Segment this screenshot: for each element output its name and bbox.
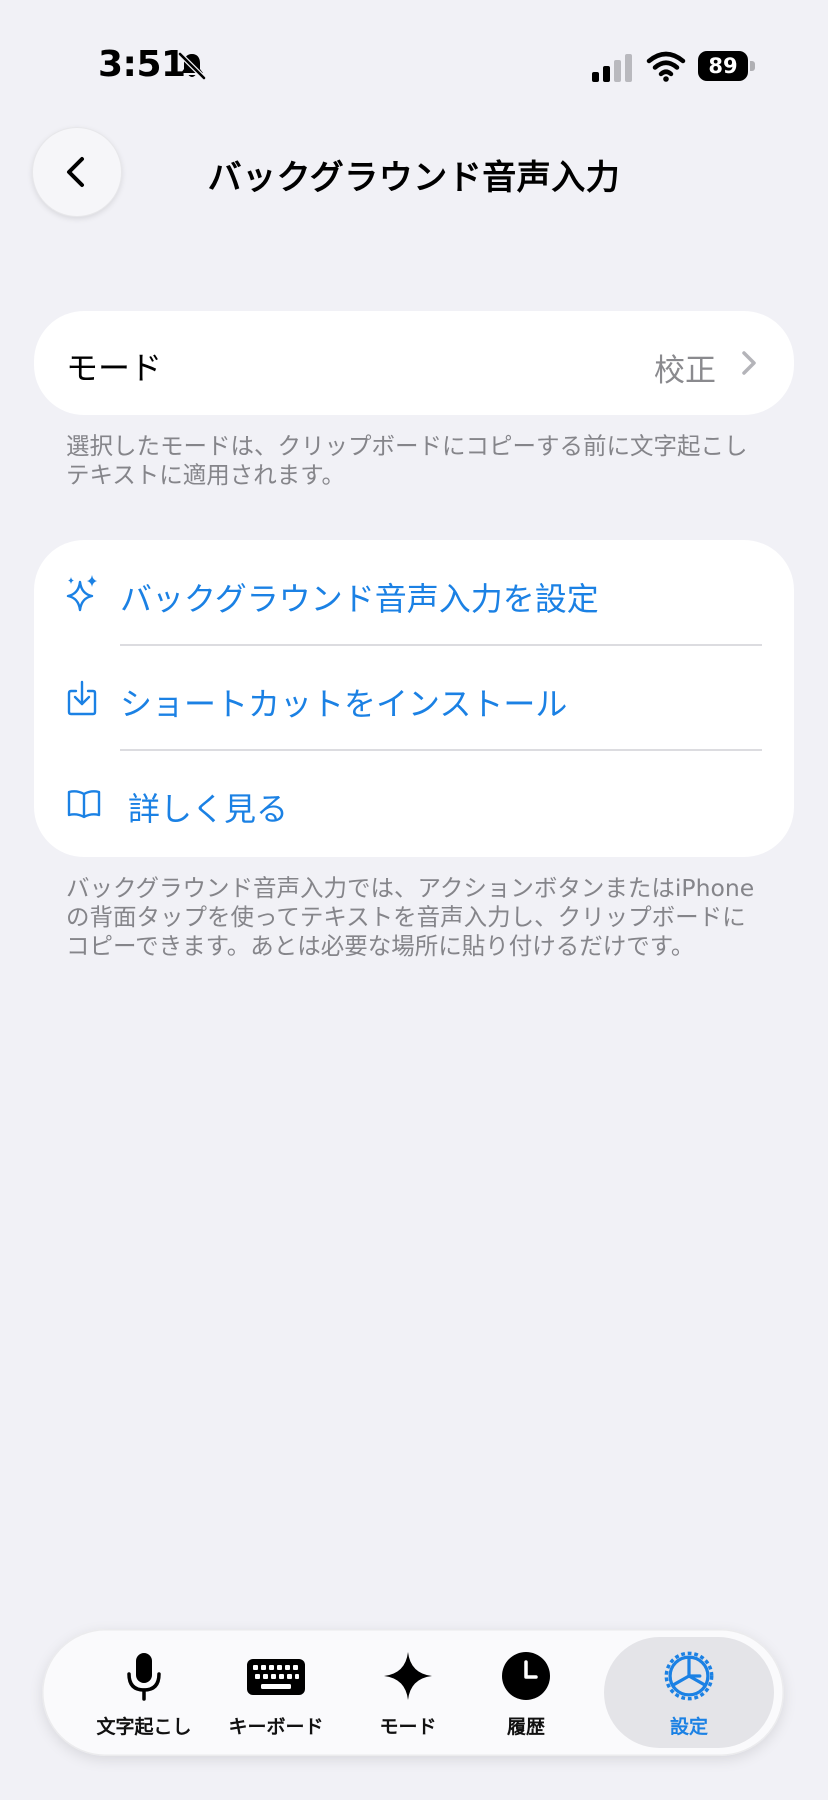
setup-background-dictation-button[interactable]: バックグラウンド音声入力を設定 bbox=[34, 540, 794, 645]
tab-label: モード bbox=[379, 1716, 437, 1738]
tab-transcribe[interactable]: 文字起こし bbox=[80, 1637, 208, 1748]
actions-footnote: バックグラウンド音声入力では、アクションボタンまたはiPhoneの背面タップを使… bbox=[66, 874, 755, 960]
battery-level: 89 bbox=[698, 51, 748, 81]
clock-icon bbox=[502, 1652, 550, 1700]
chevron-left-icon bbox=[67, 157, 84, 187]
sparkle-icon bbox=[384, 1652, 432, 1700]
tab-keyboard[interactable]: キーボード bbox=[212, 1637, 340, 1748]
battery-cap bbox=[750, 61, 755, 71]
tab-label: 履歴 bbox=[506, 1716, 545, 1738]
tab-bar: 文字起こし キーボード モード 履歴 設定 bbox=[42, 1629, 784, 1756]
tab-label: 設定 bbox=[669, 1716, 708, 1738]
back-button[interactable] bbox=[32, 127, 122, 217]
battery-indicator: 89 bbox=[698, 51, 756, 81]
page: 3:51 89 バックグラウンド音声入力 モード 校正 選択したモードは、クリッ… bbox=[0, 0, 828, 1800]
mode-card: モード 校正 bbox=[34, 311, 794, 415]
download-icon bbox=[67, 680, 97, 716]
page-title: バックグラウンド音声入力 bbox=[207, 158, 621, 198]
tab-mode[interactable]: モード bbox=[344, 1637, 472, 1748]
status-bar: 3:51 89 bbox=[0, 0, 828, 130]
tab-label: 文字起こし bbox=[96, 1716, 192, 1738]
mode-value: 校正 bbox=[654, 353, 716, 389]
action-label: ショートカットをインストール bbox=[120, 685, 568, 723]
bell-slash-icon bbox=[178, 52, 206, 80]
learn-more-button[interactable]: 詳しく見る bbox=[34, 750, 794, 855]
gear-icon bbox=[664, 1651, 714, 1701]
actions-card: バックグラウンド音声入力を設定 ショートカットをインストール 詳しく見る bbox=[34, 540, 794, 857]
chevron-right-icon bbox=[742, 351, 756, 375]
microphone-icon bbox=[127, 1653, 161, 1701]
action-label: バックグラウンド音声入力を設定 bbox=[120, 580, 599, 618]
tab-settings[interactable]: 設定 bbox=[604, 1637, 774, 1748]
mode-footnote: 選択したモードは、クリップボードにコピーする前に文字起こしテキストに適用されます… bbox=[66, 432, 748, 489]
mode-row[interactable]: モード 校正 bbox=[34, 311, 794, 415]
keyboard-icon bbox=[247, 1659, 305, 1695]
sparkle-icon bbox=[66, 575, 97, 612]
cellular-signal-icon bbox=[592, 54, 632, 82]
tab-label: キーボード bbox=[228, 1716, 324, 1738]
action-label: 詳しく見る bbox=[128, 790, 289, 828]
mode-label: モード bbox=[66, 349, 163, 387]
tab-history[interactable]: 履歴 bbox=[476, 1637, 576, 1748]
book-icon bbox=[67, 790, 101, 819]
wifi-icon bbox=[646, 51, 686, 82]
status-time: 3:51 bbox=[98, 44, 186, 85]
install-shortcut-button[interactable]: ショートカットをインストール bbox=[34, 645, 794, 750]
